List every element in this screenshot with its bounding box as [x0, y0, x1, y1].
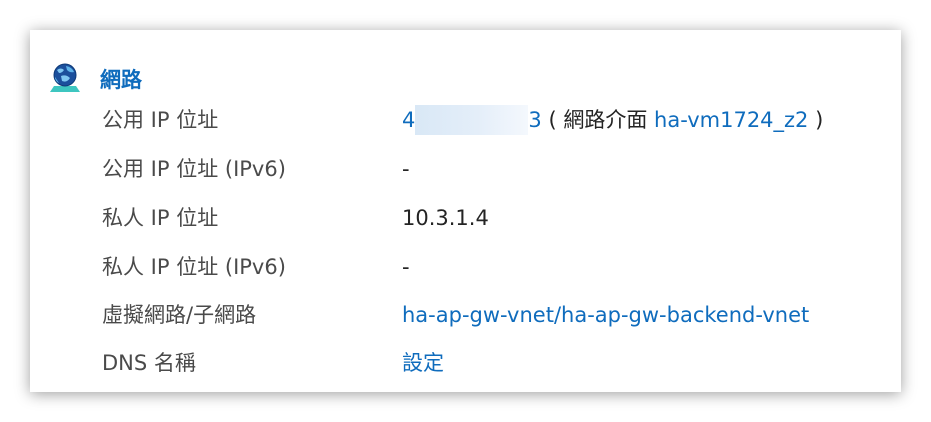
- public-ip-label: 公用 IP 位址: [102, 108, 219, 132]
- public-ipv6-row: 公用 IP 位址 (IPv6) -: [30, 154, 901, 184]
- vnet-row: 虛擬網路/子網路 ha-ap-gw-vnet/ha-ap-gw-backend-…: [30, 300, 901, 330]
- public-ipv6-label: 公用 IP 位址 (IPv6): [102, 157, 286, 181]
- dns-configure-link[interactable]: 設定: [402, 348, 444, 378]
- vnet-link[interactable]: ha-ap-gw-vnet/ha-ap-gw-backend-vnet: [402, 300, 809, 330]
- private-ip-value: 10.3.1.4: [402, 206, 489, 230]
- close-paren: ): [815, 108, 824, 132]
- private-ipv6-row: 私人 IP 位址 (IPv6) -: [30, 252, 901, 282]
- private-ip-row: 私人 IP 位址 10.3.1.4: [30, 203, 901, 233]
- private-ipv6-label: 私人 IP 位址 (IPv6): [102, 255, 286, 279]
- nic-link[interactable]: ha-vm1724_z2: [654, 108, 808, 132]
- private-ip-label: 私人 IP 位址: [102, 206, 219, 230]
- public-ip-row: 公用 IP 位址 43 ( 網路介面 ha-vm1724_z2 ): [30, 105, 901, 135]
- section-title: 網路: [100, 68, 142, 92]
- private-ipv6-value: -: [402, 255, 410, 279]
- public-ipv6-value: -: [402, 157, 410, 181]
- vnet-label: 虛擬網路/子網路: [102, 303, 257, 327]
- networking-section-header: 網路: [48, 62, 142, 96]
- redaction-mask: [415, 105, 529, 135]
- public-ip-link[interactable]: 43: [402, 105, 542, 135]
- open-paren: (: [548, 108, 557, 132]
- network-globe-icon: [48, 62, 82, 96]
- networking-card: 網路 公用 IP 位址 43 ( 網路介面 ha-vm1724_z2 ) 公用 …: [30, 30, 901, 392]
- public-ip-value: 43 ( 網路介面 ha-vm1724_z2 ): [402, 105, 823, 135]
- dns-row: DNS 名稱 設定: [30, 348, 901, 378]
- dns-label: DNS 名稱: [102, 351, 196, 375]
- nic-label: 網路介面: [563, 108, 648, 132]
